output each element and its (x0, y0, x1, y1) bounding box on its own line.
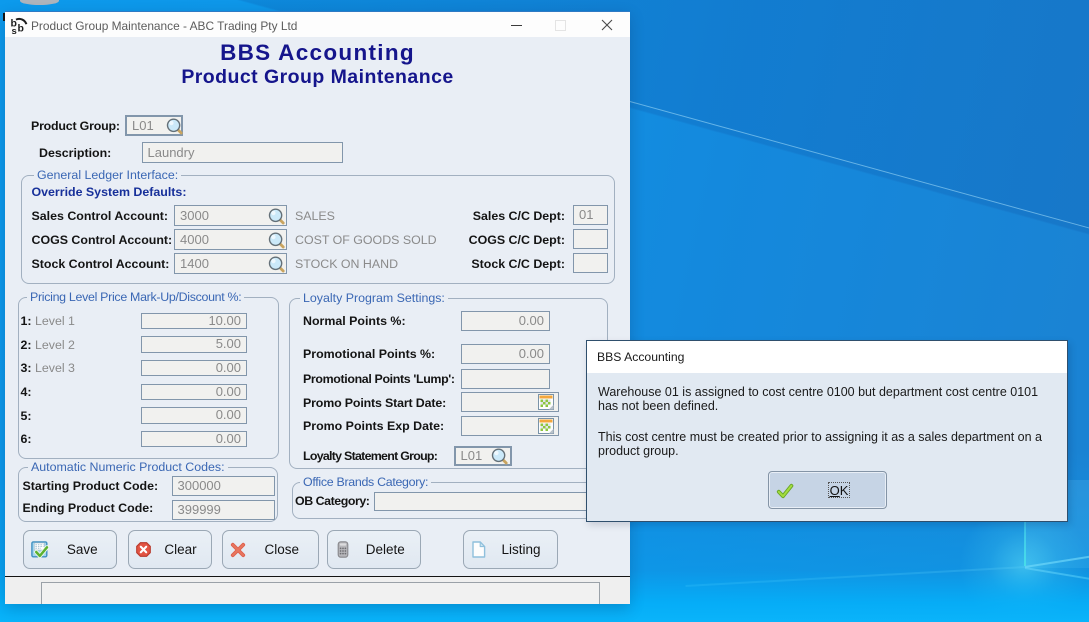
svg-text:b: b (18, 23, 24, 35)
svg-text:s: s (12, 26, 17, 35)
